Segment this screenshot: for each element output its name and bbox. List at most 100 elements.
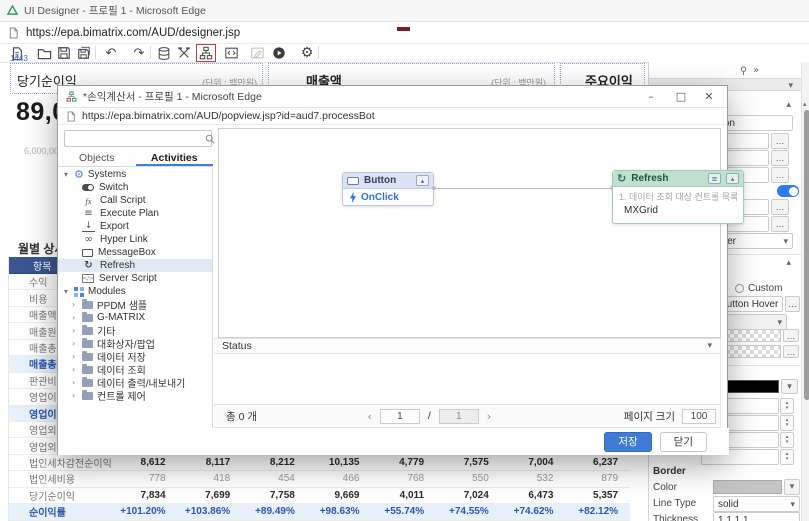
code-view-icon[interactable] (222, 45, 240, 61)
collapse-panel-icon[interactable]: » (753, 65, 759, 76)
redo-icon[interactable]: ↷ (130, 45, 148, 61)
tree-item[interactable]: Refresh (58, 259, 212, 272)
refresh-node-body[interactable]: 1. 데이터 조회 대상 컨트롤 목록 MXGrid (613, 187, 743, 219)
save-icon[interactable] (55, 45, 73, 61)
tab-objects[interactable]: Objects (58, 150, 136, 166)
ellipsis-button[interactable]: … (783, 345, 799, 358)
stepper-control[interactable]: ▴ ▾ (780, 432, 794, 448)
tree-item[interactable]: Call Script (58, 194, 212, 207)
node-menu-icon[interactable]: ≡ (708, 173, 721, 184)
close-button[interactable]: ✕ (695, 86, 723, 107)
tree-item-label: Switch (99, 182, 129, 193)
settings-icon[interactable]: ⚙ (298, 45, 316, 61)
collapse-node-icon[interactable]: ▴ (416, 175, 429, 186)
prev-page-icon[interactable]: ‹ (367, 410, 371, 423)
ellipsis-button[interactable]: … (771, 167, 789, 183)
thickness-label: Thickness (653, 514, 699, 521)
scrollbar-thumb[interactable] (803, 110, 809, 400)
browser-urlbar[interactable]: https://epa.bimatrix.com/AUD/designer.js… (0, 22, 809, 44)
search-box[interactable] (64, 130, 215, 147)
pin-icon[interactable] (739, 66, 748, 76)
ellipsis-button[interactable]: … (771, 216, 789, 232)
tab-activities[interactable]: Activities (135, 150, 213, 166)
row-label: 법인세차감전순이익 (29, 459, 112, 471)
popup-url-text[interactable]: https://epa.bimatrix.com/AUD/popview.jsp… (82, 110, 375, 122)
button-node-body[interactable]: OnClick (343, 189, 433, 206)
stepper-control[interactable]: ▴ ▾ (780, 415, 794, 431)
tree-item-label: Hyper Link (100, 234, 148, 245)
tree-folder-item[interactable]: › PPDM 샘플 (58, 298, 212, 312)
process-canvas[interactable]: Button ▴ OnClick › ↻ Refresh ≡ ▴ (218, 128, 744, 338)
search-input[interactable] (65, 133, 205, 144)
msgbox-icon (82, 248, 93, 257)
tree-item[interactable]: Execute Plan (58, 207, 212, 220)
button-node[interactable]: Button ▴ OnClick (342, 172, 434, 206)
color-dropdown-button[interactable]: ▾ (784, 479, 800, 495)
process-designer-icon[interactable] (196, 44, 216, 62)
data-source-icon[interactable] (155, 45, 173, 61)
tree-item[interactable]: Hyper Link (58, 233, 212, 246)
border-color-swatch[interactable] (713, 480, 782, 494)
fx-icon (82, 195, 95, 206)
status-label: Status (222, 340, 252, 352)
popup-urlbar[interactable]: https://epa.bimatrix.com/AUD/popview.jsp… (58, 108, 727, 125)
edit-icon[interactable] (248, 45, 266, 61)
tree-folder-item[interactable]: › G-MATRIX (58, 311, 212, 324)
tree-item[interactable]: Switch (58, 181, 212, 194)
tree-item[interactable]: Server Script (58, 272, 212, 285)
save-button[interactable]: 저장 (604, 431, 652, 452)
stepper-control[interactable]: ▴ ▾ (780, 398, 794, 414)
page-input[interactable] (379, 408, 420, 424)
activities-tree: ▾ ⚙ Systems Switch Call Script Execute P… (58, 168, 213, 428)
next-page-icon[interactable]: › (487, 410, 491, 423)
color-dropdown-button[interactable]: ▾ (781, 379, 798, 394)
refresh-node-header[interactable]: ↻ Refresh ≡ ▴ (613, 171, 743, 187)
close-dialog-button[interactable]: 닫기 (659, 431, 707, 452)
tree-item-label: 컨트롤 제어 (97, 392, 146, 403)
browser-titlebar: UI Designer - 프로필 1 - Microsoft Edge (0, 0, 809, 22)
tree-item[interactable]: Export (58, 220, 212, 233)
tree-item-label: Refresh (100, 260, 136, 271)
toggle-switch-on[interactable] (777, 185, 799, 197)
collapse-node-icon[interactable]: ▴ (726, 173, 739, 184)
run-icon[interactable] (270, 45, 288, 61)
event-label: OnClick (361, 192, 399, 203)
lightning-icon (349, 192, 357, 203)
save-as-icon[interactable] (75, 45, 93, 61)
tree-item[interactable]: MessageBox (58, 246, 212, 259)
scroll-up-icon[interactable]: ▴ (803, 100, 807, 108)
thickness-field[interactable]: 1 1 1 1 (713, 512, 800, 521)
ellipsis-button[interactable]: … (785, 296, 800, 312)
button-node-header[interactable]: Button ▴ (343, 173, 433, 189)
status-section-header[interactable]: Status ▾ (214, 338, 721, 354)
page-icon (8, 26, 19, 39)
border-section-label: Border (653, 466, 686, 477)
undo-icon[interactable]: ↶ (102, 45, 120, 61)
minimize-button[interactable]: – (637, 86, 665, 107)
maximize-button[interactable]: □ (667, 86, 695, 107)
tree-folder-item[interactable]: › 컨트롤 제어 (58, 389, 212, 403)
ellipsis-button[interactable]: … (771, 199, 789, 215)
panel-scrollbar[interactable]: ▴ (801, 62, 809, 521)
button-icon (347, 176, 359, 185)
expand-arrow-icon: › (72, 378, 76, 387)
build-tools-icon[interactable] (175, 45, 193, 61)
page-size-input[interactable] (682, 408, 716, 424)
line-type-dropdown[interactable]: solid ▾ (713, 496, 800, 512)
window-title: UI Designer - 프로필 1 - Microsoft Edge (24, 5, 206, 17)
ellipsis-button[interactable]: … (771, 150, 789, 166)
custom-radio[interactable] (735, 284, 744, 293)
tree-group-systems[interactable]: ▾ ⚙ Systems (58, 168, 212, 181)
table-row: 법인세차감전순이익 8,612 8,117 8,212 10,135 4,779… (9, 455, 630, 472)
refresh-node[interactable]: ↻ Refresh ≡ ▴ 1. 데이터 조회 대상 컨트롤 목록 MXGrid (612, 170, 744, 224)
node-connector: › (432, 182, 613, 192)
stepper-control[interactable]: ▴ ▾ (780, 449, 794, 465)
url-text[interactable]: https://epa.bimatrix.com/AUD/designer.js… (26, 27, 240, 39)
row-label: 법인세비용 (29, 475, 75, 487)
modules-icon (74, 286, 84, 297)
popup-title: *손익계산서 - 프로필 1 - Microsoft Edge (83, 91, 262, 103)
node-description: 1. 데이터 조회 대상 컨트롤 목록 (619, 192, 737, 202)
ellipsis-button[interactable]: … (771, 133, 789, 149)
open-file-icon[interactable] (35, 45, 53, 61)
ellipsis-button[interactable]: … (783, 329, 799, 342)
